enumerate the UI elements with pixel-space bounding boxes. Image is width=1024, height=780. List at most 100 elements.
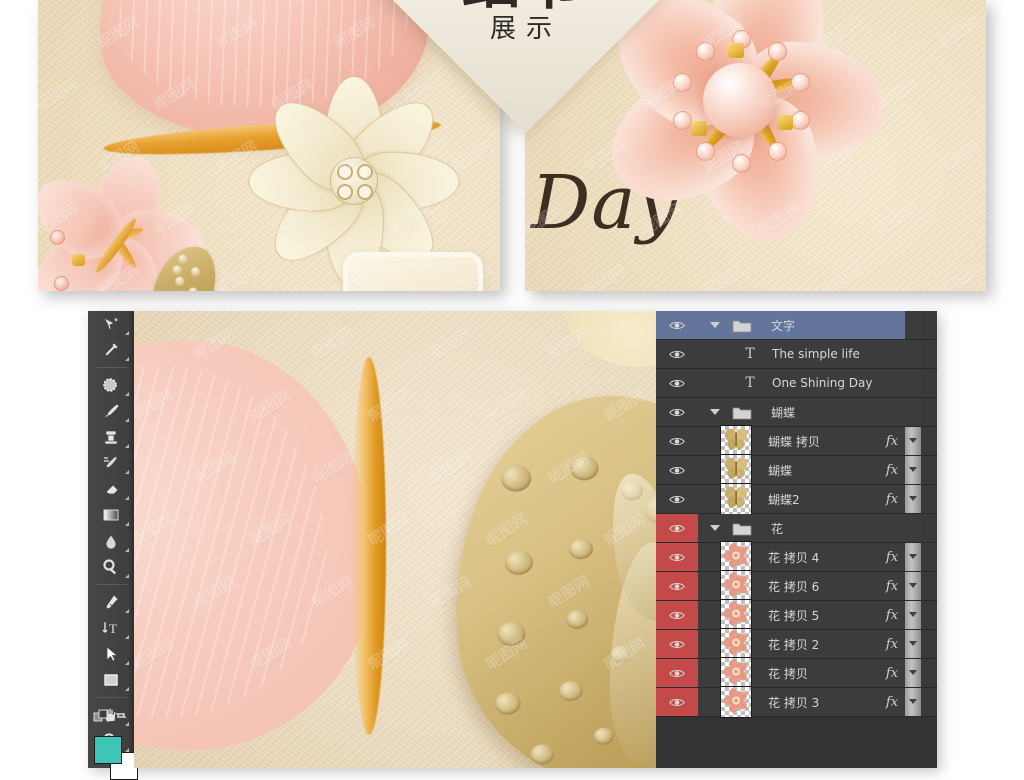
layer-visibility-toggle[interactable] (656, 485, 698, 513)
chevron-down-icon (909, 496, 917, 501)
layer-thumbnail[interactable] (720, 599, 752, 631)
rectangle-tool[interactable] (90, 667, 132, 693)
layer-effects-expand-arrow[interactable] (905, 543, 921, 571)
thumbnail-artwork (723, 427, 749, 456)
history-brush-tool[interactable] (90, 450, 132, 476)
layer-effects-icon[interactable]: fx (879, 637, 905, 652)
eye-icon[interactable] (669, 610, 685, 621)
layer-row[interactable]: 花 拷贝 fx (656, 657, 937, 689)
group-expand-toggle[interactable] (698, 321, 732, 329)
layer-name: 文字 (771, 318, 796, 333)
layer-visibility-toggle[interactable] (656, 369, 698, 397)
foreground-color-swatch[interactable] (94, 736, 122, 764)
group-expand-toggle[interactable] (698, 524, 732, 532)
tool-more-corner (125, 548, 129, 552)
layer-visibility-toggle[interactable] (656, 688, 698, 716)
lasso-tool[interactable] (90, 311, 132, 337)
layer-row[interactable]: 蝴蝶 fx (656, 454, 937, 486)
layer-row[interactable]: 蝴蝶 拷贝 fx (656, 425, 937, 457)
layer-thumbnail[interactable] (720, 570, 752, 602)
thumbnail-artwork (723, 630, 749, 659)
layer-row[interactable]: 花 拷贝 5 fx (656, 599, 937, 631)
layer-group-row[interactable]: 蝴蝶 (656, 398, 937, 427)
eye-icon[interactable] (669, 639, 685, 650)
layer-visibility-toggle[interactable] (656, 630, 698, 658)
layer-effects-expand-arrow[interactable] (905, 688, 921, 716)
clone-stamp-tool[interactable] (90, 424, 132, 450)
layer-name: 蝴蝶 拷贝 (768, 434, 820, 449)
layer-row[interactable]: 花 拷贝 6 fx (656, 570, 937, 602)
layer-thumbnail[interactable] (720, 657, 752, 689)
path-selection-tool[interactable] (90, 641, 132, 667)
layer-effects-expand-arrow[interactable] (905, 485, 921, 513)
photoshop-canvas[interactable]: 昵图网 昵图网 昵图网 昵图网 昵图网 昵图网 昵图网 昵图网 昵图网 昵图网 昵图网 昵图网 昵图网昵… (134, 311, 656, 768)
eye-icon[interactable] (669, 320, 685, 331)
eye-icon[interactable] (669, 349, 685, 360)
eye-icon[interactable] (669, 378, 685, 389)
layer-effects-icon[interactable]: fx (879, 579, 905, 594)
layer-thumbnail[interactable] (720, 425, 752, 457)
layer-effects-expand-arrow[interactable] (905, 601, 921, 629)
layer-effects-icon[interactable]: fx (879, 492, 905, 507)
layer-row[interactable]: 花 拷贝 4 fx (656, 541, 937, 573)
pen-tool[interactable] (90, 589, 132, 615)
photoshop-toolbar[interactable]: T (88, 311, 138, 780)
layer-row[interactable]: 蝴蝶2 fx (656, 483, 937, 515)
layer-group-row[interactable]: 文字 (656, 311, 937, 340)
eye-icon[interactable] (669, 697, 685, 708)
layer-effects-icon[interactable]: fx (879, 608, 905, 623)
layer-effects-icon[interactable]: fx (879, 695, 905, 710)
layer-row[interactable]: 花 拷贝 2 fx (656, 628, 937, 660)
flower-thumbnail (723, 601, 747, 626)
eye-icon[interactable] (669, 668, 685, 679)
eye-icon[interactable] (669, 581, 685, 592)
gradient-tool[interactable] (90, 502, 132, 528)
eyedropper-tool[interactable] (90, 337, 132, 363)
layer-visibility-toggle[interactable] (656, 601, 698, 629)
blur-tool[interactable] (90, 528, 132, 554)
layer-visibility-toggle[interactable] (656, 456, 698, 484)
layer-visibility-toggle[interactable] (656, 514, 698, 542)
layer-effects-expand-arrow[interactable] (905, 427, 921, 455)
layer-visibility-toggle[interactable] (656, 659, 698, 687)
layer-effects-icon[interactable]: fx (879, 463, 905, 478)
eye-icon[interactable] (669, 523, 685, 534)
eye-icon[interactable] (669, 407, 685, 418)
group-expand-toggle[interactable] (698, 408, 732, 416)
dodge-tool[interactable] (90, 554, 132, 580)
layer-row[interactable]: 花 拷贝 3 fx (656, 686, 937, 718)
layer-row[interactable]: T The simple life (656, 340, 937, 369)
layer-thumbnail[interactable] (720, 541, 752, 573)
layer-thumbnail[interactable] (720, 454, 752, 486)
panel-right-gutter (921, 456, 937, 484)
layer-effects-expand-arrow[interactable] (905, 630, 921, 658)
layer-effects-expand-arrow[interactable] (905, 572, 921, 600)
layer-visibility-toggle[interactable] (656, 340, 698, 368)
brush-tool[interactable] (90, 398, 132, 424)
layer-visibility-toggle[interactable] (656, 572, 698, 600)
layer-effects-icon[interactable]: fx (879, 434, 905, 449)
layers-panel[interactable]: 文字 T The simple life T One Shining Day 蝴蝶 蝴蝶 拷… (656, 311, 937, 768)
type-tool[interactable]: T (90, 615, 132, 641)
layer-effects-expand-arrow[interactable] (905, 456, 921, 484)
healing-brush-tool[interactable] (90, 372, 132, 398)
layer-visibility-toggle[interactable] (656, 398, 698, 426)
layer-visibility-toggle[interactable] (656, 543, 698, 571)
layer-effects-expand-arrow[interactable] (905, 659, 921, 687)
layer-effects-icon[interactable]: fx (879, 666, 905, 681)
layer-visibility-toggle[interactable] (656, 427, 698, 455)
toolbar-mode-row[interactable] (92, 708, 132, 724)
layer-visibility-toggle[interactable] (656, 311, 698, 339)
eye-icon[interactable] (669, 436, 685, 447)
layer-thumbnail[interactable] (720, 686, 752, 718)
layer-effects-icon[interactable]: fx (879, 550, 905, 565)
eye-icon[interactable] (669, 494, 685, 505)
layer-thumbnail[interactable] (720, 483, 752, 515)
layer-group-row[interactable]: 花 (656, 514, 937, 543)
layer-thumbnail[interactable] (720, 628, 752, 660)
eye-icon[interactable] (669, 465, 685, 476)
eraser-tool[interactable] (90, 476, 132, 502)
eye-icon[interactable] (669, 552, 685, 563)
layer-row[interactable]: T One Shining Day (656, 369, 937, 398)
color-swatches[interactable] (94, 728, 138, 780)
